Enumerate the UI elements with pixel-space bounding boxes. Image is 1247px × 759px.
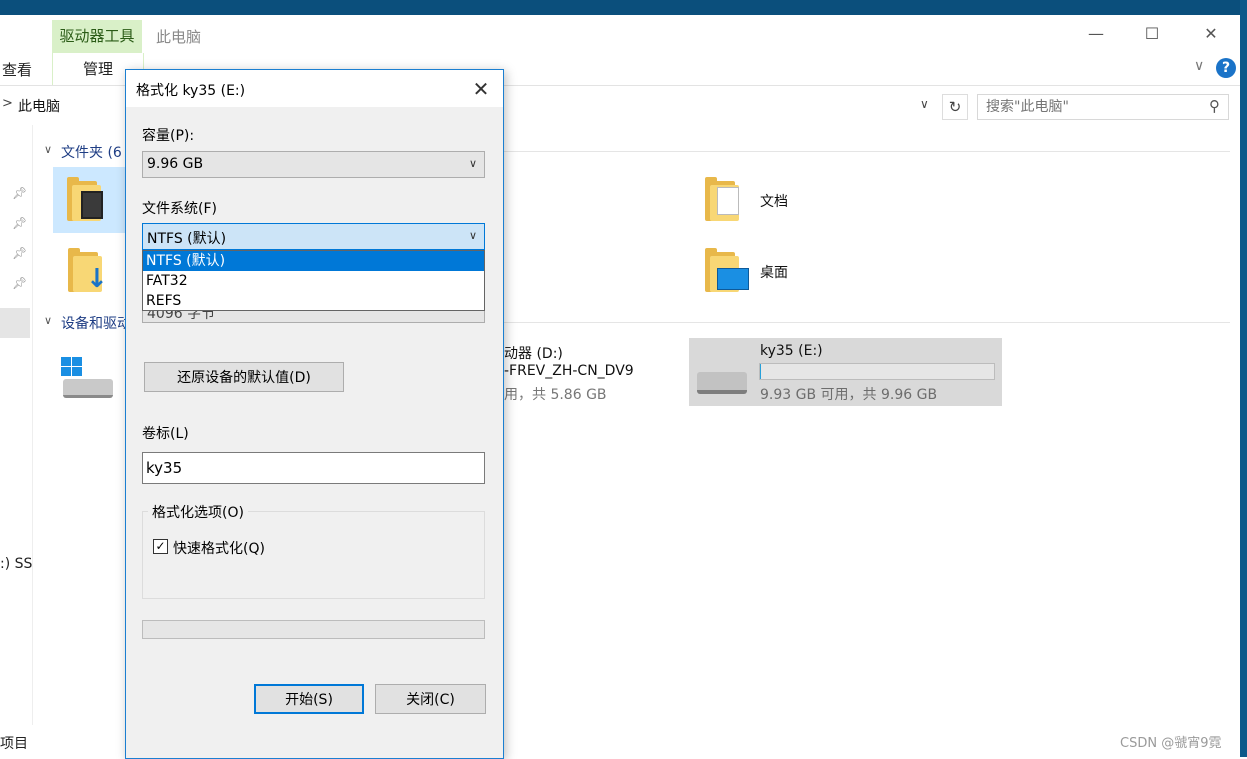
maximize-button[interactable]: ☐ [1129, 22, 1175, 46]
quick-format-checkbox[interactable]: ✓ [153, 539, 168, 554]
group-header-folders[interactable]: 文件夹 (6 [61, 142, 122, 162]
pin-icon: 📌︎ [12, 246, 28, 260]
volume-label-label: 卷标(L) [142, 426, 189, 442]
quick-format-label[interactable]: 快速格式化(Q) [173, 538, 265, 558]
status-item-count: 项目 [0, 736, 28, 752]
filesystem-option-refs[interactable]: REFS [143, 291, 484, 311]
chevron-down-icon: ∨ [468, 157, 477, 170]
windows-drive-icon[interactable] [61, 357, 115, 398]
search-box[interactable]: ⚲ [977, 94, 1229, 120]
group-divider [500, 322, 1230, 323]
drive-e-space: 9.93 GB 可用，共 9.96 GB [760, 387, 938, 403]
pin-icon: 📌︎ [12, 186, 28, 200]
search-icon[interactable]: ⚲ [1209, 97, 1220, 115]
ribbon-expand-icon[interactable]: ∨ [1194, 58, 1204, 74]
allocation-unit-select[interactable]: 4096 字节 [142, 311, 485, 323]
usb-drive-icon [697, 372, 747, 394]
volume-label-input[interactable] [143, 453, 478, 483]
search-input[interactable] [978, 95, 1198, 119]
chevron-down-icon: ∨ [468, 229, 477, 242]
folder-tile-videos[interactable] [53, 167, 125, 233]
filesystem-option-ntfs[interactable]: NTFS (默认) [143, 251, 484, 271]
nav-item-selected[interactable] [0, 308, 30, 338]
chevron-down-icon[interactable]: ∨ [44, 314, 52, 327]
window-title: 此电脑 [156, 28, 202, 46]
drive-d-space: 用，共 5.86 GB [504, 387, 607, 403]
nav-item-ssd[interactable]: :) SS [0, 556, 32, 572]
capacity-value: 9.96 GB [147, 156, 204, 172]
tab-view[interactable]: 查看 [2, 59, 32, 80]
capacity-label: 容量(P): [142, 128, 195, 144]
format-progress-bar [142, 620, 485, 639]
close-window-button[interactable]: ✕ [1188, 22, 1234, 46]
desktop-background-edge [1240, 0, 1247, 757]
format-options-legend: 格式化选项(O) [148, 502, 248, 522]
minimize-button[interactable]: — [1073, 22, 1119, 46]
group-divider [500, 151, 1230, 152]
filesystem-label: 文件系统(F) [142, 201, 217, 217]
videos-folder-icon [67, 177, 103, 221]
close-button[interactable]: 关闭(C) [375, 684, 486, 714]
documents-folder-icon[interactable] [705, 177, 739, 221]
downloads-folder-icon[interactable]: ↓ [68, 248, 108, 292]
dialog-close-button[interactable]: ✕ [466, 75, 496, 103]
folder-label-desktop[interactable]: 桌面 [760, 262, 788, 282]
pin-icon: 📌︎ [12, 276, 28, 290]
start-button[interactable]: 开始(S) [254, 684, 364, 714]
help-icon[interactable]: ? [1216, 58, 1236, 78]
navigation-pane [0, 125, 33, 725]
desktop-background [0, 0, 1247, 15]
chevron-down-icon[interactable]: ∨ [44, 143, 52, 156]
filesystem-value: NTFS (默认) [147, 231, 227, 247]
filesystem-dropdown-list: NTFS (默认) FAT32 REFS [142, 250, 485, 311]
drive-e-usage-bar [759, 363, 995, 380]
address-path[interactable]: 此电脑 [18, 96, 60, 116]
capacity-select[interactable]: 9.96 GB ∨ [142, 151, 485, 178]
desktop-folder-icon[interactable] [705, 248, 749, 292]
filesystem-select[interactable]: NTFS (默认) ∨ [142, 223, 485, 250]
drive-e-name: ky35 (E:) [760, 343, 823, 359]
allocation-unit-value: 4096 字节 [147, 311, 216, 322]
chevron-right-icon[interactable]: > [2, 96, 13, 111]
filesystem-option-fat32[interactable]: FAT32 [143, 271, 484, 291]
watermark: CSDN @虢宵9霓 [1120, 736, 1222, 751]
tab-drive-tools[interactable]: 驱动器工具 [52, 20, 142, 53]
volume-label-field[interactable] [142, 452, 485, 484]
pin-icon: 📌︎ [12, 216, 28, 230]
drive-tile-e[interactable]: ky35 (E:) 9.93 GB 可用，共 9.96 GB [689, 338, 1002, 406]
restore-defaults-button[interactable]: 还原设备的默认值(D) [144, 362, 344, 392]
refresh-button[interactable]: ↻ [942, 94, 968, 120]
drive-e-usage-fill [760, 364, 761, 379]
group-header-devices[interactable]: 设备和驱动 [61, 313, 131, 333]
chevron-down-icon[interactable]: ∨ [920, 97, 929, 111]
dialog-titlebar[interactable]: 格式化 ky35 (E:) ✕ [126, 70, 503, 107]
drive-d-name[interactable]: 动器 (D:) [504, 343, 563, 363]
dialog-title: 格式化 ky35 (E:) [136, 83, 246, 99]
drive-d-volume[interactable]: -FREV_ZH-CN_DV9 [504, 363, 634, 379]
folder-label-documents[interactable]: 文档 [760, 191, 788, 211]
format-dialog: 格式化 ky35 (E:) ✕ 容量(P): 9.96 GB ∨ 文件系统(F)… [125, 69, 504, 759]
